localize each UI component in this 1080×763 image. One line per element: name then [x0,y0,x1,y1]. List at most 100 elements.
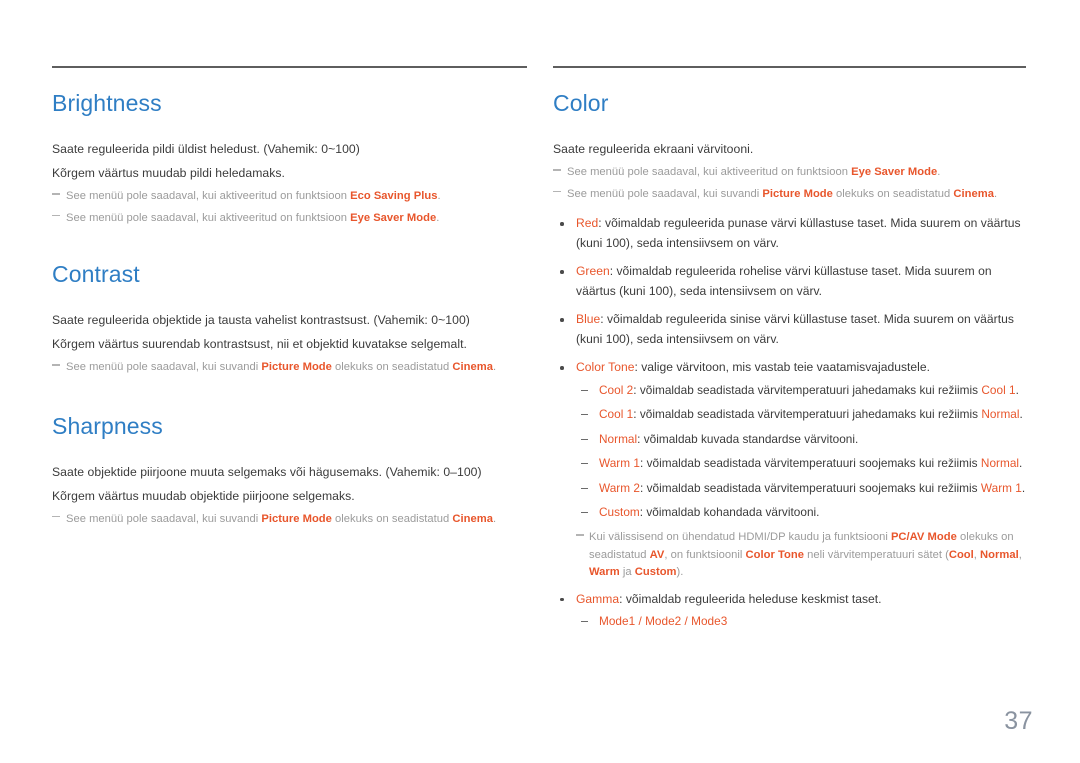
note-keyword-eye-saver-mode: Eye Saver Mode [350,211,437,224]
list-item-color-tone: Color Tone: valige värvitoon, mis vastab… [553,358,1026,522]
note-keyword-cinema: Cinema [452,512,493,525]
note-text-end: . [437,190,441,202]
option-text: : võimaldab reguleerida rohelise värvi k… [576,264,992,298]
gamma-list: Gamma: võimaldab reguleerida heleduse ke… [553,590,1026,632]
color-description: Saate reguleerida ekraani värvitooni. [553,142,754,156]
suboption-keyword-warm-1: Warm 1 [599,456,640,470]
note-keyword-eye-saver-mode: Eye Saver Mode [851,166,938,178]
suboption-ref-warm-1: Warm 1 [980,480,1022,495]
note-text: ). [676,566,684,578]
list-item-custom: Custom: võimaldab kohandada värvitooni. [576,503,1026,522]
note-text: neli värvitemperatuuri sätet ( [803,548,949,561]
list-item-cool-1: Cool 1: võimaldab seadistada värvitemper… [576,405,1026,424]
note-text: , on funktsioonil [664,548,746,561]
list-item-green: Green: võimaldab reguleerida rohelise vä… [553,262,1026,301]
section-divider-right [553,66,1026,68]
manual-page: Brightness Saate reguleerida pildi üldis… [0,0,1080,763]
note-text: See menüü pole saadaval, kui aktiveeritu… [66,211,351,224]
note-keyword-picture-mode: Picture Mode [261,512,332,525]
list-item-cool-2: Cool 2: võimaldab seadistada värvitemper… [576,381,1026,400]
sharpness-note-1: See menüü pole saadaval, kui suvandi Pic… [52,511,527,529]
suboption-text: : võimaldab seadistada värvitemperatuuri… [639,456,981,470]
color-options-list: Red: võimaldab reguleerida punase värvi … [553,214,1026,522]
note-keyword-cool: Cool [948,548,974,561]
list-item-warm-2: Warm 2: võimaldab seadistada värvitemper… [576,479,1026,498]
note-text: , [1018,548,1022,561]
note-keyword-warm: Warm [589,566,620,578]
note-keyword-color-tone: Color Tone [745,548,804,561]
suboption-text-end: . [1015,382,1019,397]
suboption-text-end: . [1019,456,1023,470]
note-text-end: . [492,512,497,525]
page-title-sharpness: Sharpness [52,412,163,439]
option-text: : võimaldab reguleerida sinise värvi kül… [576,312,1014,346]
suboption-ref-cool-1: Cool 1 [981,382,1016,397]
suboption-ref-normal: Normal [981,407,1020,421]
option-keyword-gamma: Gamma [576,591,620,606]
list-item-gamma-modes: Mode1 / Mode2 / Mode3 [576,612,1026,631]
section-divider-left [52,66,527,68]
sharpness-description-2: Kõrgem väärtus muudab objektide piirjoon… [52,488,355,503]
note-text-end: . [492,361,497,373]
note-keyword-picture-mode: Picture Mode [261,361,332,373]
page-title-contrast: Contrast [52,261,140,287]
note-keyword-eco-saving-plus: Eco Saving Plus [350,190,438,202]
brightness-note-2: See menüü pole saadaval, kui aktiveeritu… [52,210,527,228]
color-note-2: See menüü pole saadaval, kui suvandi Pic… [553,186,1026,204]
option-keyword-color-tone: Color Tone [576,360,635,374]
note-text: See menüü pole saadaval, kui suvandi [567,187,763,200]
note-text-mid: olekuks on seadistatud [331,512,453,525]
left-column: Brightness Saate reguleerida pildi üldis… [52,66,527,528]
right-column: Color Saate reguleerida ekraani värvitoo… [553,66,1026,637]
note-text: See menüü pole saadaval, kui suvandi [66,512,262,525]
note-keyword-cinema: Cinema [452,361,493,373]
option-keyword-green: Green [576,264,610,278]
page-title-brightness: Brightness [52,90,162,116]
sharpness-description-1: Saate objektide piirjoone muuta selgemak… [52,464,482,479]
note-text-mid: olekuks on seadistatud [331,361,453,373]
note-keyword-picture-mode: Picture Mode [762,187,833,200]
list-item-blue: Blue: võimaldab reguleerida sinise värvi… [553,310,1026,349]
color-tone-sublist: Cool 2: võimaldab seadistada värvitemper… [576,381,1026,523]
note-text: See menüü pole saadaval, kui aktiveeritu… [66,190,351,202]
gamma-sublist: Mode1 / Mode2 / Mode3 [576,612,1026,631]
brightness-note-1: See menüü pole saadaval, kui aktiveeritu… [52,188,527,206]
note-keyword-normal: Normal [980,548,1019,561]
note-text-end: . [436,211,440,224]
brightness-description-1: Saate reguleerida pildi üldist heledust.… [52,142,360,156]
list-item-red: Red: võimaldab reguleerida punase värvi … [553,214,1026,253]
suboption-text-end: . [1021,480,1026,495]
page-number: 37 [1004,707,1033,735]
list-item-gamma: Gamma: võimaldab reguleerida heleduse ke… [553,590,1026,632]
note-keyword-custom: Custom [634,566,677,578]
suboption-keyword-cool-1: Cool 1 [599,407,634,421]
note-text-end: . [993,187,998,200]
option-text: : võimaldab reguleerida heleduse keskmis… [619,591,882,606]
list-item-normal: Normal: võimaldab kuvada standardse värv… [576,430,1026,449]
note-text: Kui välissisend on ühendatud HDMI/DP kau… [589,531,891,543]
contrast-note-1: See menüü pole saadaval, kui suvandi Pic… [52,359,527,377]
option-text: : valige värvitoon, mis vastab teie vaat… [634,360,931,374]
suboption-ref-normal: Normal [980,456,1020,470]
suboption-text: : võimaldab seadistada värvitemperatuuri… [639,480,981,495]
suboption-text: : võimaldab kuvada standardse värvitooni… [637,431,859,446]
note-keyword-pc-av-mode: PC/AV Mode [890,531,957,543]
note-text: See menüü pole saadaval, kui suvandi [66,361,262,373]
option-keyword-red: Red [576,216,599,230]
contrast-description-2: Kõrgem väärtus suurendab kontrastsust, n… [52,337,467,351]
suboption-keyword-warm-2: Warm 2 [599,480,640,495]
section-color: Color Saate reguleerida ekraani värvitoo… [553,90,1026,631]
section-contrast: Contrast Saate reguleerida objektide ja … [52,261,527,377]
suboption-text: : võimaldab kohandada värvitooni. [639,505,820,519]
color-tone-av-note: Kui välissisend on ühendatud HDMI/DP kau… [576,529,1026,582]
note-text-end: . [937,166,941,178]
suboption-keyword-gamma-modes: Mode1 / Mode2 / Mode3 [599,614,728,628]
suboption-text: : võimaldab seadistada värvitemperatuuri… [633,407,982,421]
contrast-description-1: Saate reguleerida objektide ja tausta va… [52,313,470,327]
note-keyword-cinema: Cinema [953,187,994,200]
note-keyword-av: AV [649,548,665,561]
note-text: ja [619,566,635,578]
suboption-keyword-normal: Normal [599,431,638,446]
suboption-keyword-custom: Custom [599,505,640,519]
note-text: See menüü pole saadaval, kui aktiveeritu… [567,166,852,178]
